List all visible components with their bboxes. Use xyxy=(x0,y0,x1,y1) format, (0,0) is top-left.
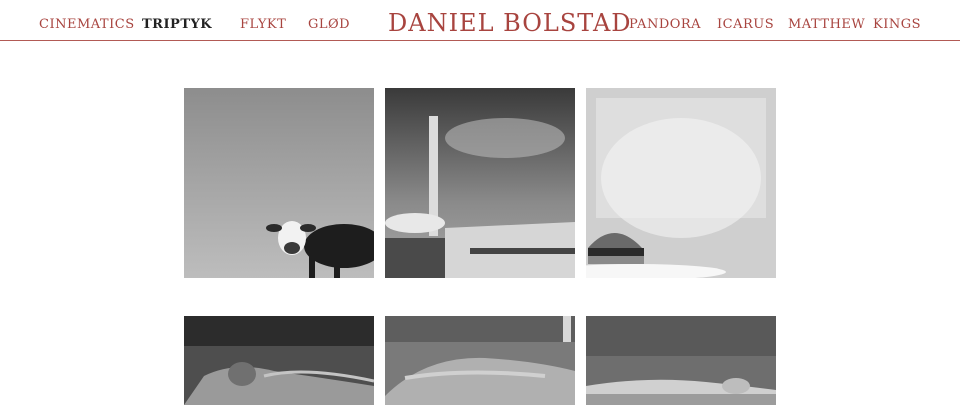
patient-on-bed-photo[interactable] xyxy=(385,316,575,405)
nav-icarus[interactable]: ICARUS xyxy=(717,17,774,32)
nav-pandora[interactable]: PANDORA xyxy=(629,17,701,32)
site-title[interactable]: DANIEL BOLSTAD xyxy=(388,9,632,37)
nav-flykt[interactable]: FLYKT xyxy=(240,17,286,32)
nav-glod[interactable]: GLØD xyxy=(308,17,350,32)
factory-chimney-photo[interactable] xyxy=(385,88,575,278)
nav-triptyk[interactable]: TRIPTYK xyxy=(142,17,212,32)
burger-photo[interactable] xyxy=(586,88,776,278)
nav-matthew[interactable]: MATTHEW xyxy=(788,17,865,32)
hand-on-bed-photo[interactable] xyxy=(586,316,776,405)
nav-cinematics[interactable]: CINEMATICS xyxy=(39,17,135,32)
top-navigation-bar: CINEMATICS TRIPTYK FLYKT GLØD DANIEL BOL… xyxy=(0,0,960,41)
reclining-man-photo[interactable] xyxy=(184,316,374,405)
cow-photo[interactable] xyxy=(184,88,374,278)
nav-kings[interactable]: KINGS xyxy=(873,17,921,32)
